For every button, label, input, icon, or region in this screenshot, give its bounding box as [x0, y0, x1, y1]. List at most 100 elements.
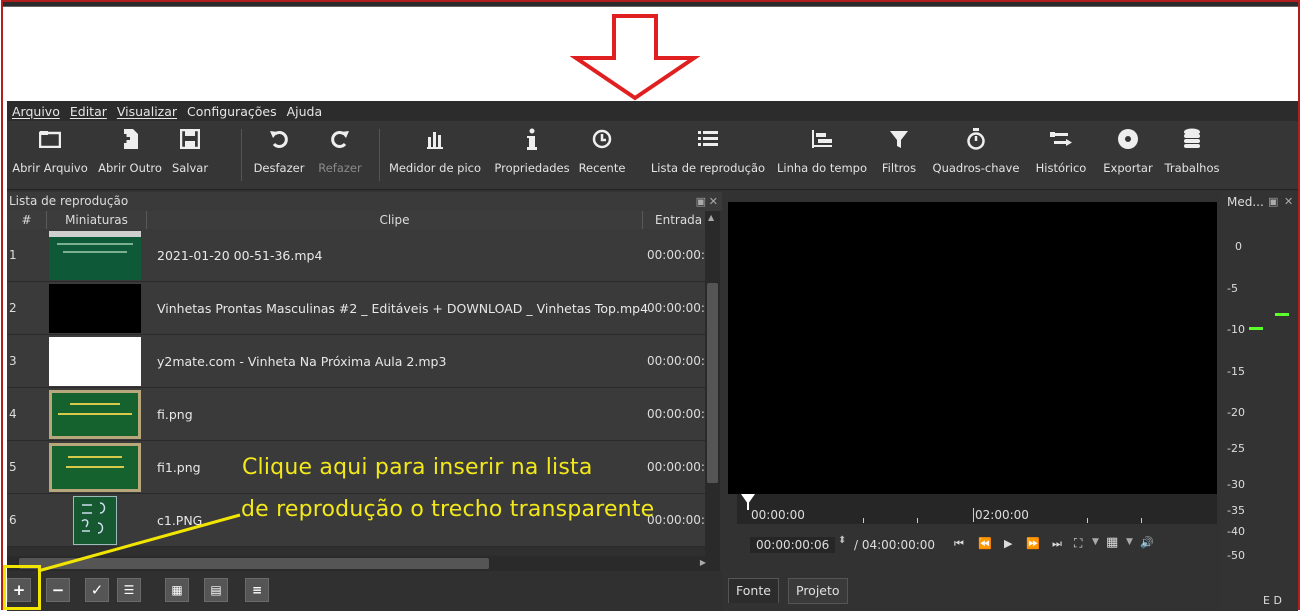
- meter-scale-label: -25: [1227, 442, 1245, 455]
- clip-name: fi1.png: [157, 460, 201, 475]
- menu-configuracoes[interactable]: Configurações: [182, 104, 282, 119]
- volume-icon[interactable]: 🔊: [1140, 536, 1154, 549]
- down-arrow-annotation: [570, 14, 700, 101]
- transport-bar: 00:00:00:06 ⬍ / 04:00:00:00 ⏮ ⏪ ▶ ⏩ ⏭ ⛶ …: [728, 531, 1217, 559]
- save-button[interactable]: Salvar: [167, 123, 213, 175]
- clip-name: fi.png: [157, 407, 193, 422]
- open-other-button[interactable]: Abrir Outro: [97, 123, 163, 175]
- undo-icon: [270, 131, 288, 148]
- properties-label: Propriedades: [494, 161, 570, 175]
- redo-icon: [331, 131, 349, 148]
- menu-ajuda[interactable]: Ajuda: [282, 104, 328, 119]
- viewer-tabs: Fonte Projeto: [728, 578, 928, 604]
- skip-to-start-icon[interactable]: ⏮: [954, 537, 964, 551]
- keyframes-label: Quadros-chave: [932, 161, 1020, 175]
- playlist-label: Lista de reprodução: [650, 161, 766, 175]
- timeline-button[interactable]: Linha do tempo: [773, 123, 871, 175]
- close-icon[interactable]: ✕: [1284, 195, 1293, 208]
- ruler-start-label: 00:00:00: [751, 508, 805, 522]
- menu-visualizar[interactable]: Visualizar: [112, 104, 182, 119]
- clip-name: Vinhetas Prontas Masculinas #2 _ Editáve…: [157, 301, 649, 316]
- history-button[interactable]: Histórico: [1029, 123, 1093, 175]
- zoom-icon[interactable]: ⛶: [1074, 536, 1082, 551]
- clip-in: 00:00:00:00: [647, 248, 705, 262]
- history-icon: [1050, 132, 1072, 146]
- filters-button[interactable]: Filtros: [877, 123, 921, 175]
- scrollbar-thumb[interactable]: [707, 283, 718, 483]
- menu-arquivo[interactable]: Arquivo: [7, 104, 65, 119]
- save-icon: [180, 129, 200, 149]
- peak-meter-button[interactable]: Medidor de pico: [387, 123, 483, 175]
- close-icon[interactable]: ✕: [709, 192, 718, 211]
- clip-thumbnail: [49, 337, 141, 386]
- meter-scale-label: -10: [1227, 323, 1245, 336]
- meter-scale-label: -15: [1227, 365, 1245, 378]
- clock-icon: [592, 129, 612, 149]
- clip-in: 00:00:00:00: [647, 460, 705, 474]
- float-icon[interactable]: ▣: [696, 192, 706, 211]
- recent-button[interactable]: Recente: [575, 123, 629, 175]
- header-num[interactable]: #: [7, 211, 47, 229]
- annotation-text-line2: de reprodução o trecho transparente: [241, 497, 655, 522]
- channel-labels: E D: [1263, 594, 1282, 607]
- position-timecode[interactable]: 00:00:00:06: [750, 537, 836, 553]
- header-clip[interactable]: Clipe: [147, 211, 643, 229]
- add-file-icon: [120, 129, 138, 149]
- meter-scale-label: -50: [1227, 549, 1245, 562]
- float-icon[interactable]: ▣: [1268, 195, 1278, 208]
- header-thumbnails[interactable]: Miniaturas: [47, 211, 147, 229]
- toolbar-separator: [241, 129, 242, 181]
- database-icon: [1184, 128, 1200, 148]
- filter-icon: [890, 131, 908, 148]
- table-row[interactable]: 4 fi.png 00:00:00:00: [7, 388, 705, 441]
- playlist-button[interactable]: Lista de reprodução: [647, 123, 769, 175]
- play-icon[interactable]: ▶: [1004, 537, 1012, 550]
- tab-source[interactable]: Fonte: [728, 578, 779, 603]
- undo-button[interactable]: Desfazer: [249, 123, 309, 175]
- row-number: 5: [9, 460, 17, 474]
- meter-scale-label: 0: [1235, 240, 1242, 253]
- duration-label: / 04:00:00:00: [854, 538, 936, 552]
- menu-bar: Arquivo Editar Visualizar Configurações …: [7, 101, 1298, 121]
- jobs-button[interactable]: Trabalhos: [1161, 123, 1223, 175]
- redo-button[interactable]: Refazer: [313, 123, 367, 175]
- position-spinner-icon[interactable]: ⬍: [838, 535, 846, 546]
- export-button[interactable]: Exportar: [1099, 123, 1157, 175]
- folder-icon: [39, 131, 61, 148]
- meter-title: Med...: [1227, 195, 1264, 209]
- clip-in: 00:00:00:00: [647, 301, 705, 315]
- video-viewer[interactable]: [728, 202, 1217, 494]
- table-row[interactable]: 3 y2mate.com - Vinheta Na Próxima Aula 2…: [7, 335, 705, 388]
- row-number: 4: [9, 407, 17, 421]
- disc-icon: [1118, 129, 1138, 149]
- table-row[interactable]: 1 2021-01-20 00-51-36.mp4 00:00:00:00: [7, 229, 705, 282]
- header-in[interactable]: Entrada: [643, 211, 705, 229]
- grid-icon[interactable]: ▦: [1106, 535, 1118, 550]
- timecode-ruler[interactable]: 00:00:00 02:00:00: [737, 494, 1217, 524]
- clip-in: 00:00:00:00: [647, 354, 705, 368]
- list-icon: [698, 131, 718, 146]
- skip-to-end-icon[interactable]: ⏭: [1052, 537, 1062, 551]
- toolbar-separator: [379, 129, 380, 181]
- properties-button[interactable]: Propriedades: [491, 123, 573, 175]
- annotation-text-line1: Clique aqui para inserir na lista: [242, 455, 593, 480]
- chevron-down-icon[interactable]: ▼: [1126, 537, 1133, 547]
- clip-thumbnail: [49, 231, 141, 280]
- row-number: 2: [9, 301, 17, 315]
- table-row[interactable]: 2 Vinhetas Prontas Masculinas #2 _ Editá…: [7, 282, 705, 335]
- tab-project[interactable]: Projeto: [788, 578, 848, 604]
- fast-forward-icon[interactable]: ⏩: [1026, 537, 1040, 550]
- rewind-icon[interactable]: ⏪: [978, 537, 992, 550]
- playlist-header: # Miniaturas Clipe Entrada: [7, 211, 705, 230]
- meter-scale-label: -40: [1227, 525, 1245, 538]
- redo-label: Refazer: [318, 161, 362, 175]
- open-file-button[interactable]: Abrir Arquivo: [9, 123, 91, 175]
- clip-thumbnail: [49, 390, 141, 439]
- peak-meter-label: Medidor de pico: [388, 161, 482, 175]
- chevron-down-icon[interactable]: ▼: [1092, 537, 1099, 547]
- playlist-vertical-scrollbar[interactable]: ▲ ▼: [705, 211, 720, 573]
- filters-label: Filtros: [881, 161, 917, 175]
- keyframes-button[interactable]: Quadros-chave: [929, 123, 1023, 175]
- menu-editar[interactable]: Editar: [65, 104, 112, 119]
- open-other-label: Abrir Outro: [98, 161, 162, 175]
